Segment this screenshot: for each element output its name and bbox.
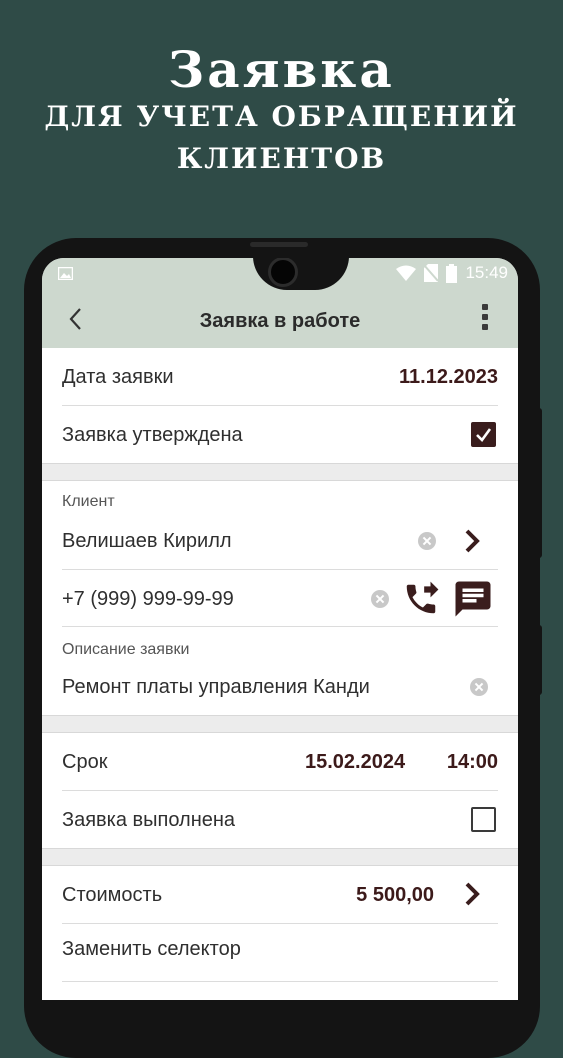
cost-label: Стоимость xyxy=(62,884,163,906)
wifi-icon xyxy=(396,265,417,281)
chevron-right-icon[interactable] xyxy=(462,527,484,555)
section-divider xyxy=(42,848,518,866)
completed-checkbox[interactable] xyxy=(471,807,496,832)
page-title: Заявка в работе xyxy=(199,310,361,332)
clear-description-icon[interactable] xyxy=(470,678,488,696)
promo-subtitle-line2: клиентов xyxy=(176,142,387,175)
completed-label: Заявка выполнена xyxy=(62,809,236,831)
section-divider xyxy=(42,463,518,481)
cost-item-label: Заменить селектор xyxy=(62,938,241,960)
image-notification-icon xyxy=(58,267,73,280)
deadline-row: Срок 15.02.2024 14:00 xyxy=(62,733,498,791)
request-date-label: Дата заявки xyxy=(62,366,174,388)
completed-row: Заявка выполнена xyxy=(62,791,498,848)
approved-row: Заявка утверждена xyxy=(62,406,498,463)
phone-side-button-power xyxy=(536,408,542,558)
phone-value[interactable]: +7 (999) 999-99-99 xyxy=(62,588,234,611)
request-form: Дата заявки 11.12.2023 Заявка утверждена… xyxy=(42,348,518,982)
phone-screen: 15:49 Заявка в работе Дата заявки 11.12.… xyxy=(42,258,518,1000)
description-value[interactable]: Ремонт платы управления Канди xyxy=(62,676,370,699)
request-date-value[interactable]: 11.12.2023 xyxy=(399,366,498,389)
deadline-time[interactable]: 14:00 xyxy=(447,751,498,774)
section-divider xyxy=(42,715,518,733)
deadline-label: Срок xyxy=(62,751,108,773)
description-row: Описание заявки Ремонт платы управления … xyxy=(62,627,498,715)
phone-speaker xyxy=(250,242,308,247)
promo-subtitle-line1: для учета обращений xyxy=(44,100,519,133)
description-section-label: Описание заявки xyxy=(62,641,190,658)
request-date-row: Дата заявки 11.12.2023 xyxy=(62,348,498,406)
phone-row: +7 (999) 999-99-99 xyxy=(62,570,498,627)
status-time: 15:49 xyxy=(465,263,508,282)
checkmark-icon xyxy=(476,428,492,442)
no-sim-icon xyxy=(424,264,439,282)
deadline-date[interactable]: 15.02.2024 xyxy=(305,751,405,774)
clear-client-icon[interactable] xyxy=(418,532,436,550)
cost-item-row[interactable]: Заменить селектор xyxy=(62,924,498,982)
approved-label: Заявка утверждена xyxy=(62,424,243,446)
cost-value: 5 500,00 xyxy=(356,884,434,906)
front-camera xyxy=(268,258,298,287)
approved-checkbox[interactable] xyxy=(471,422,496,447)
client-value: Велишаев Кирилл xyxy=(62,530,232,552)
status-bar: 15:49 xyxy=(42,258,518,290)
more-menu-icon[interactable] xyxy=(477,304,493,336)
cost-row[interactable]: Стоимость 5 500,00 xyxy=(62,866,498,924)
promo-title: Заявка xyxy=(168,40,395,99)
message-icon[interactable] xyxy=(452,578,494,620)
battery-icon xyxy=(446,263,458,283)
chevron-right-icon[interactable] xyxy=(462,880,484,908)
call-forward-icon[interactable] xyxy=(402,580,440,618)
app-bar: Заявка в работе xyxy=(42,290,518,348)
clear-phone-icon[interactable] xyxy=(371,590,389,608)
client-section-label: Клиент xyxy=(62,493,115,510)
phone-side-button-volume xyxy=(536,625,542,695)
client-row[interactable]: Клиент Велишаев Кирилл xyxy=(62,481,498,570)
